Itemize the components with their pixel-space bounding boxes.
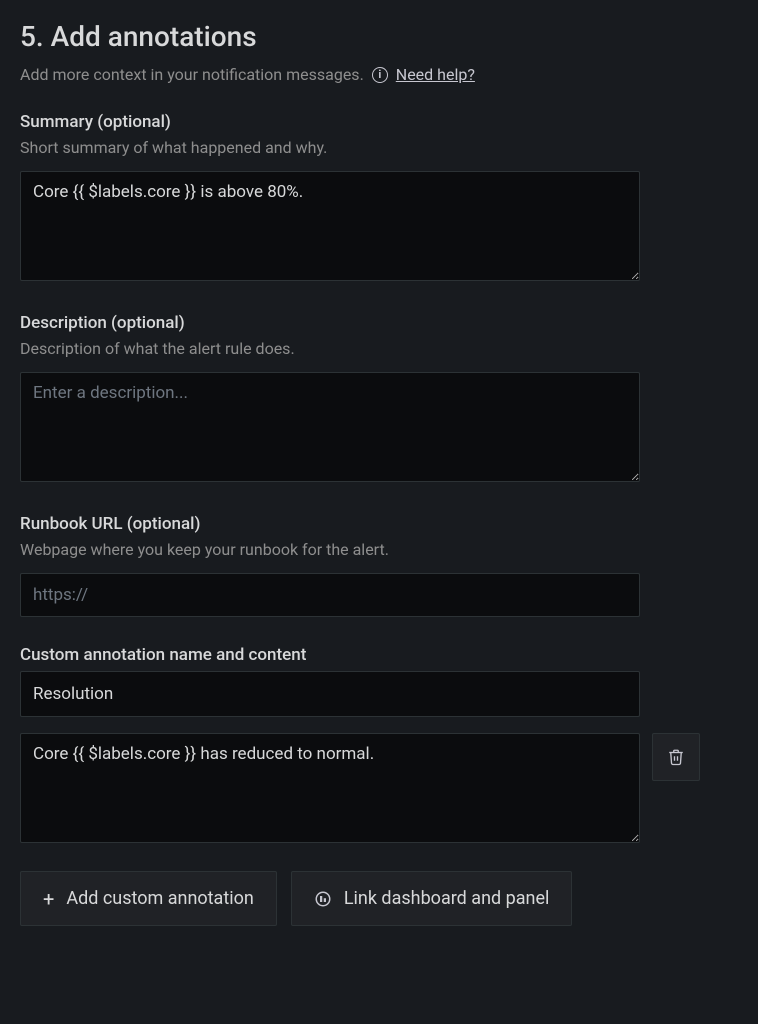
section-title: 5. Add annotations — [20, 20, 738, 53]
help-link[interactable]: Need help? — [396, 65, 475, 84]
custom-annotation-group: Custom annotation name and content Core … — [20, 645, 738, 843]
link-dashboard-button[interactable]: Link dashboard and panel — [291, 871, 573, 926]
runbook-url-input[interactable] — [20, 573, 640, 617]
summary-group: Summary (optional) Short summary of what… — [20, 112, 738, 285]
runbook-hint: Webpage where you keep your runbook for … — [20, 540, 738, 559]
add-custom-label: Add custom annotation — [66, 888, 253, 909]
info-icon: i — [372, 67, 388, 83]
action-button-row: + Add custom annotation Link dashboard a… — [20, 871, 738, 926]
intro-row: Add more context in your notification me… — [20, 65, 738, 84]
custom-annotation-name-input[interactable] — [20, 671, 640, 717]
summary-textarea[interactable]: Core {{ $labels.core }} is above 80%. — [20, 171, 640, 281]
custom-section-label: Custom annotation name and content — [20, 645, 738, 665]
intro-text: Add more context in your notification me… — [20, 65, 364, 84]
dashboard-icon — [314, 890, 332, 908]
trash-icon — [667, 748, 685, 766]
summary-hint: Short summary of what happened and why. — [20, 138, 738, 157]
runbook-label: Runbook URL (optional) — [20, 514, 738, 534]
custom-annotation-content-textarea[interactable]: Core {{ $labels.core }} has reduced to n… — [20, 733, 640, 843]
link-dashboard-label: Link dashboard and panel — [344, 888, 550, 909]
delete-annotation-button[interactable] — [652, 733, 700, 781]
description-group: Description (optional) Description of wh… — [20, 313, 738, 486]
plus-icon: + — [43, 889, 54, 909]
description-label: Description (optional) — [20, 313, 738, 333]
custom-content-row: Core {{ $labels.core }} has reduced to n… — [20, 733, 738, 843]
summary-label: Summary (optional) — [20, 112, 738, 132]
add-custom-annotation-button[interactable]: + Add custom annotation — [20, 871, 277, 926]
description-hint: Description of what the alert rule does. — [20, 339, 738, 358]
description-textarea[interactable] — [20, 372, 640, 482]
runbook-group: Runbook URL (optional) Webpage where you… — [20, 514, 738, 617]
